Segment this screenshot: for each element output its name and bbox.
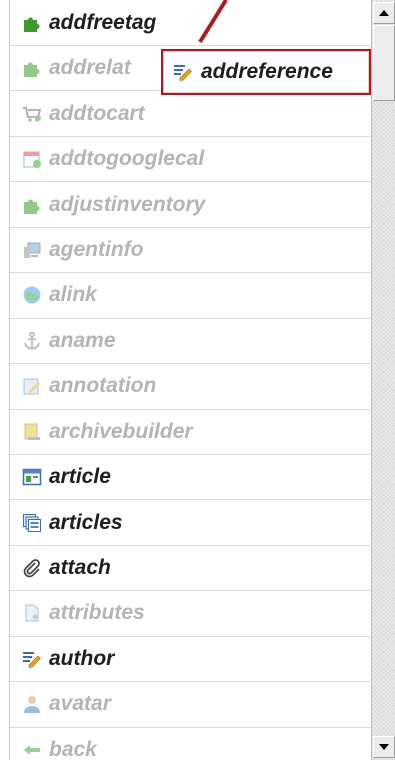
callout-label: addreference	[201, 60, 333, 83]
list-item-label: adjustinventory	[49, 192, 206, 216]
paperclip-icon	[23, 559, 40, 578]
list-item-article[interactable]: article	[10, 455, 371, 501]
archive-icon	[24, 423, 40, 440]
arrow-left-icon	[24, 744, 40, 755]
puzzle-icon	[24, 62, 40, 78]
list-item-label: aname	[49, 328, 116, 352]
articles-icon	[23, 513, 41, 532]
list-item-author[interactable]: author	[10, 637, 371, 683]
list-item-label: articles	[49, 510, 123, 534]
note-pencil-icon	[23, 378, 40, 395]
list-item-label: article	[49, 465, 111, 489]
addreference-callout: addreference	[161, 49, 371, 95]
list-item-avatar[interactable]: avatar	[10, 682, 371, 728]
arrow-down-icon	[379, 744, 389, 750]
person-icon	[24, 696, 40, 714]
list-item-label: addrelat	[49, 56, 131, 80]
anchor-icon	[24, 331, 40, 350]
list-item-adjustinventory[interactable]: adjustinventory	[10, 182, 371, 228]
scroll-up-button[interactable]	[373, 2, 395, 24]
scrollbar-thumb[interactable]	[373, 25, 395, 101]
annotation-pointer	[198, 0, 228, 44]
list-item-label: attributes	[49, 601, 145, 625]
article-icon	[22, 468, 42, 486]
list-item-articles[interactable]: articles	[10, 500, 371, 546]
list-item-label: addtogooglecal	[49, 147, 205, 171]
list-item-archivebuilder[interactable]: archivebuilder	[10, 410, 371, 455]
list-item-back[interactable]: back	[10, 728, 371, 760]
list-item-label: alink	[49, 283, 97, 307]
list-item-agentinfo[interactable]: agentinfo	[10, 228, 371, 274]
list-item-alink[interactable]: alink	[10, 273, 371, 319]
list-item-label: author	[49, 646, 115, 670]
globe-icon	[23, 286, 41, 304]
plugin-list: addfreetag addrelat addtocart addtogoogl…	[9, 0, 371, 760]
list-item-label: back	[49, 737, 97, 760]
puzzle-icon	[24, 17, 40, 32]
list-item-addtocart[interactable]: addtocart	[10, 91, 371, 137]
list-item-label: avatar	[49, 692, 111, 716]
puzzle-icon	[24, 199, 40, 214]
list-item-aname[interactable]: aname	[10, 319, 371, 365]
list-item-attach[interactable]: attach	[10, 546, 371, 592]
list-item-attributes[interactable]: attributes	[10, 591, 371, 637]
arrow-up-icon	[379, 10, 389, 16]
list-item-annotation[interactable]: annotation	[10, 364, 371, 410]
list-item-label: addfreetag	[49, 10, 157, 34]
document-icon	[25, 604, 39, 622]
computer-icon	[24, 242, 41, 258]
list-item-addtogooglecal[interactable]: addtogooglecal	[10, 137, 371, 183]
list-item-label: archivebuilder	[49, 419, 193, 443]
list-item-label: agentinfo	[49, 237, 144, 261]
list-item-label: annotation	[49, 374, 157, 398]
pencil-icon	[23, 651, 41, 668]
list-item-label: addtocart	[49, 101, 145, 125]
list-item-label: attach	[49, 556, 111, 580]
scroll-down-button[interactable]	[373, 736, 395, 758]
calendar-icon	[23, 151, 41, 169]
pencil-icon	[174, 65, 192, 81]
vertical-scrollbar[interactable]	[371, 0, 395, 760]
cart-icon	[23, 106, 42, 122]
